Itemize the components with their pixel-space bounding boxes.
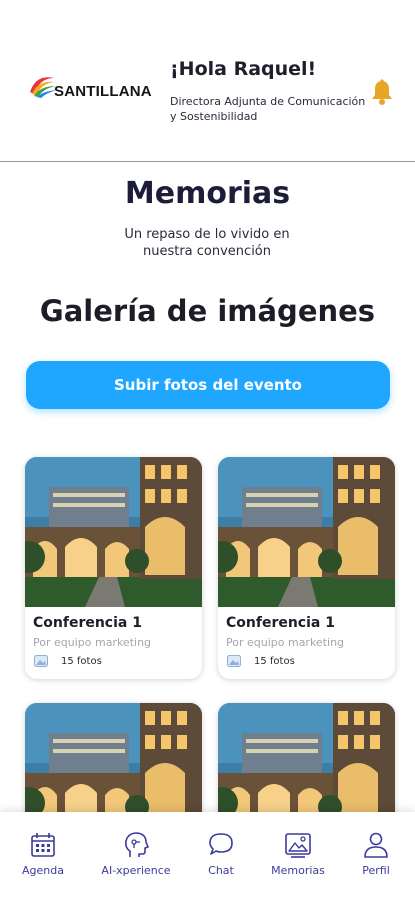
- nav-label-ai-xperience: AI-xperience: [101, 864, 171, 877]
- card-title: Conferencia 1: [226, 615, 335, 631]
- greeting-heading: ¡Hola Raquel!: [170, 58, 317, 80]
- card-photo: [25, 457, 202, 607]
- nav-item-agenda[interactable]: Agenda: [3, 830, 83, 890]
- card-author: Por equipo marketing: [226, 636, 345, 649]
- nav-item-perfil[interactable]: Perfil: [336, 830, 415, 890]
- chat-icon: [209, 833, 233, 855]
- photos-icon: [227, 655, 241, 667]
- user-role: Directora Adjunta de Comunicación y Sost…: [170, 95, 366, 123]
- ai-head-icon: [125, 832, 149, 857]
- gallery-card[interactable]: Conferencia 1 Por equipo marketing 15 fo…: [25, 457, 202, 679]
- page-subtitle: Un repaso de lo vivido en nuestra conven…: [124, 227, 290, 259]
- nav-label-perfil: Perfil: [362, 864, 390, 877]
- nav-label-chat: Chat: [208, 864, 234, 877]
- gallery-title: Galería de imágenes: [39, 294, 376, 328]
- calendar-icon: [31, 833, 55, 857]
- bottom-nav: Agenda AI-xperience Chat Memorias Perfil: [0, 812, 415, 900]
- bell-icon[interactable]: [368, 78, 396, 106]
- nav-item-chat[interactable]: Chat: [181, 830, 261, 890]
- logo-text: SANTILLANA: [54, 83, 152, 100]
- upload-photos-button[interactable]: Subir fotos del evento: [26, 361, 390, 409]
- card-photo-count: 15 fotos: [61, 656, 102, 667]
- card-author: Por equipo marketing: [33, 636, 152, 649]
- card-title: Conferencia 1: [33, 615, 142, 631]
- card-photo-count: 15 fotos: [254, 656, 295, 667]
- gallery-card[interactable]: Conferencia 1 Por equipo marketing 15 fo…: [218, 457, 395, 679]
- page-title: Memorias: [124, 176, 291, 211]
- nav-label-agenda: Agenda: [22, 864, 64, 877]
- photos-icon: [34, 655, 48, 667]
- nav-item-ai-xperience[interactable]: AI-xperience: [96, 830, 176, 890]
- user-icon: [364, 832, 388, 858]
- nav-label-memorias: Memorias: [271, 864, 325, 877]
- gallery-icon: [285, 833, 311, 858]
- app-header: SANTILLANA ¡Hola Raquel! Directora Adjun…: [0, 0, 415, 162]
- card-photo: [218, 457, 395, 607]
- nav-item-memorias[interactable]: Memorias: [258, 830, 338, 890]
- santillana-logo: SANTILLANA: [28, 70, 152, 104]
